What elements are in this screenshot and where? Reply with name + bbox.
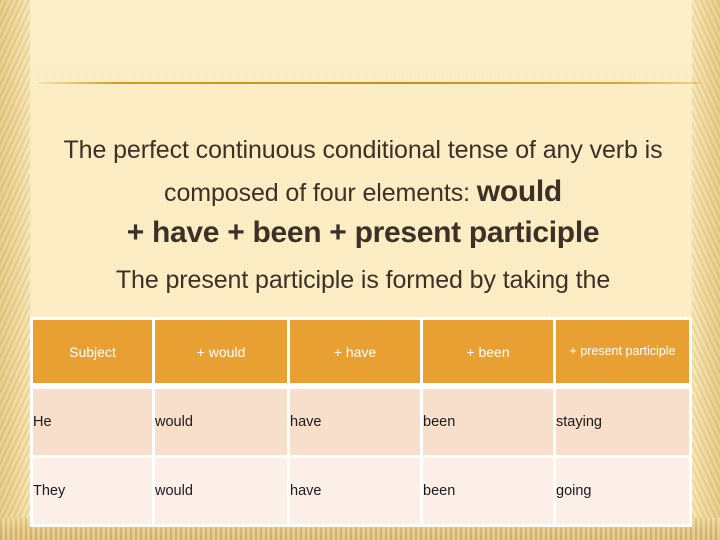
lead-paragraph-text: The perfect continuous conditional tense… [63,136,663,207]
cell-subject: He [30,386,155,458]
lead-paragraph-emphasis: would [476,175,562,208]
cell-participle: staying [556,386,692,458]
cell-been: been [423,458,556,527]
second-paragraph: The present participle is formed by taki… [115,266,611,294]
cell-have: have [290,386,423,458]
conjugation-table: Subject + would + have + been + present … [30,317,692,527]
cell-been: been [423,386,556,458]
table-header: Subject + would + have + been + present … [30,317,692,386]
cell-have: have [290,458,423,527]
body-content: The perfect continuous conditional tense… [28,130,698,296]
table-header-would: + would [155,317,290,386]
slide-title [40,28,690,76]
cell-would: would [155,386,290,458]
cell-subject: They [30,458,155,527]
title-divider-rule [38,82,700,84]
table-body: He would have been staying They would ha… [30,386,692,527]
cell-would: would [155,458,290,527]
table-row: They would have been going [30,458,692,527]
table-header-present-participle: + present participle [556,317,692,386]
table-header-have: + have [290,317,423,386]
cell-participle: going [556,458,692,527]
table-row: He would have been staying [30,386,692,458]
slide: The perfect continuous conditional tense… [0,0,720,540]
lead-paragraph: The perfect continuous conditional tense… [28,130,698,254]
formula-line: + have + been + present participle [126,216,600,249]
table-header-subject: Subject [30,317,155,386]
table-header-been: + been [423,317,556,386]
left-edge-band [0,0,30,540]
table-header-row: Subject + would + have + been + present … [30,317,692,386]
